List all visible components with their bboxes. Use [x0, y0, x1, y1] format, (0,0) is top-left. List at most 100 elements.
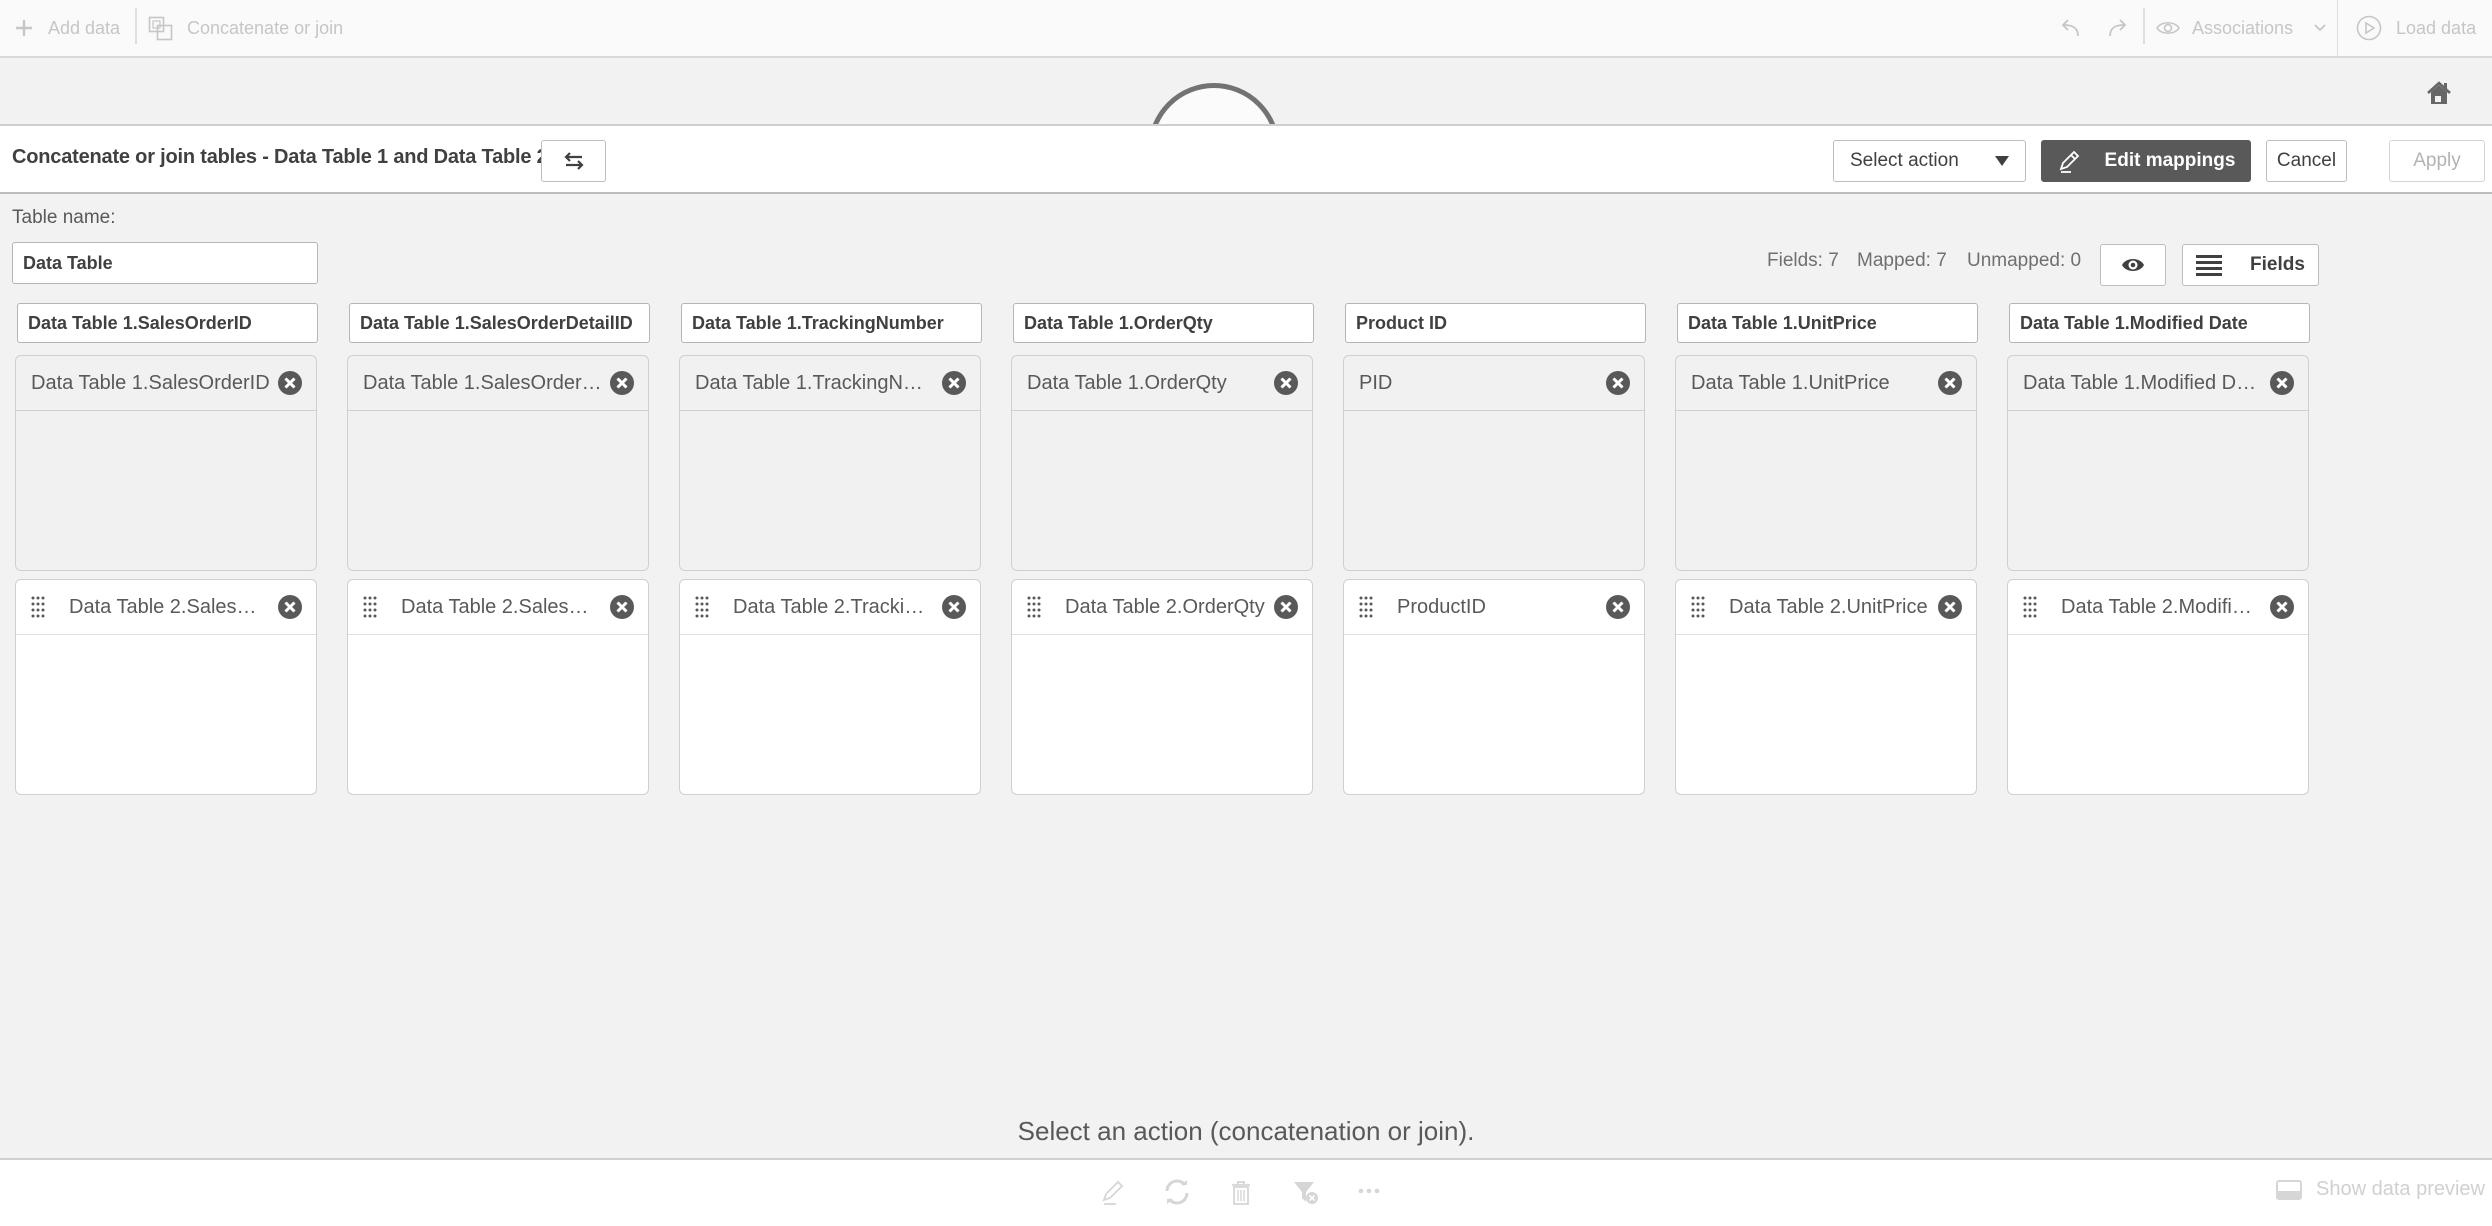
page-title: Concatenate or join tables - Data Table … [12, 146, 548, 168]
remove-field-icon[interactable] [1274, 595, 1298, 619]
table2-field-card[interactable]: ProductID [1343, 579, 1645, 795]
table2-field-card[interactable]: Data Table 2.Modified Date [2007, 579, 2309, 795]
data-model-area [0, 58, 2492, 124]
drag-handle-icon[interactable] [1027, 596, 1041, 618]
drag-handle-icon[interactable] [695, 596, 709, 618]
home-icon[interactable] [2424, 78, 2454, 108]
toolbar-divider [2337, 0, 2338, 56]
load-data-button[interactable]: Load data [2356, 0, 2476, 56]
table1-field-name: Data Table 1.TrackingNumber [695, 371, 934, 394]
undo-button[interactable] [2058, 0, 2082, 56]
output-field-name-input[interactable] [2009, 303, 2310, 343]
table1-field-header: Data Table 1.SalesOrderID [16, 356, 316, 411]
edit-icon[interactable] [1100, 1178, 1128, 1206]
table1-field-card[interactable]: Data Table 1.Modified Date [2007, 355, 2309, 571]
eye-icon [2122, 259, 2144, 271]
associations-label: Associations [2192, 17, 2294, 38]
concatenate-join-label: Concatenate or join [187, 17, 344, 38]
redo-icon [2109, 19, 2127, 37]
swap-tables-button[interactable] [541, 140, 606, 182]
apply-button[interactable]: Apply [2389, 140, 2485, 182]
table1-field-header: Data Table 1.SalesOrderDetailID [348, 356, 648, 411]
output-field-name-input[interactable] [1345, 303, 1646, 343]
toolbar-divider [2143, 8, 2145, 44]
eye-icon [2156, 21, 2180, 35]
table1-field-card[interactable]: Data Table 1.TrackingNumber [679, 355, 981, 571]
remove-field-icon[interactable] [2270, 595, 2294, 619]
table-name-input[interactable] [12, 242, 318, 284]
more-icon[interactable] [1355, 1178, 1383, 1206]
select-action-dropdown[interactable]: Select action [1833, 140, 2026, 182]
output-field-name-input[interactable] [1677, 303, 1978, 343]
remove-field-icon[interactable] [610, 371, 634, 395]
table1-field-header: PID [1344, 356, 1644, 411]
table2-field-header: Data Table 2.TrackingNumber [680, 580, 980, 635]
table2-field-name: ProductID [1397, 595, 1486, 618]
remove-field-icon[interactable] [942, 371, 966, 395]
load-data-label: Load data [2396, 17, 2477, 38]
add-data-button[interactable]: Add data [14, 0, 120, 56]
remove-field-icon[interactable] [610, 595, 634, 619]
table1-field-card[interactable]: Data Table 1.UnitPrice [1675, 355, 1977, 571]
panel-resize-handle[interactable] [1148, 83, 1280, 124]
refresh-icon[interactable] [1163, 1178, 1191, 1206]
table2-field-name: Data Table 2.SalesOrderDetailID [401, 595, 602, 618]
remove-field-icon[interactable] [942, 595, 966, 619]
output-field-name-input[interactable] [681, 303, 982, 343]
mapped-count: Mapped: 7 [1857, 250, 1947, 271]
table2-field-header: Data Table 2.Modified Date [2008, 580, 2308, 635]
preview-toggle-button[interactable] [2100, 244, 2166, 286]
drag-handle-icon[interactable] [31, 596, 45, 618]
output-field-name-input[interactable] [17, 303, 318, 343]
remove-field-icon[interactable] [1274, 371, 1298, 395]
associations-dropdown[interactable]: Associations [2156, 0, 2327, 56]
drag-handle-icon[interactable] [1691, 596, 1705, 618]
table2-field-card[interactable]: Data Table 2.UnitPrice [1675, 579, 1977, 795]
output-field-name-input[interactable] [1013, 303, 1314, 343]
swap-icon [563, 152, 584, 170]
clear-filter-icon[interactable] [1291, 1178, 1319, 1206]
drag-handle-icon[interactable] [363, 596, 377, 618]
play-icon [2356, 15, 2382, 41]
select-action-label: Select action [1850, 150, 1959, 171]
remove-field-icon[interactable] [2270, 371, 2294, 395]
output-field-name-input[interactable] [349, 303, 650, 343]
concat-join-header: Concatenate or join tables - Data Table … [0, 124, 2492, 194]
action-hint: Select an action (concatenation or join)… [1017, 1116, 1475, 1146]
remove-field-icon[interactable] [1606, 371, 1630, 395]
fields-count: Fields: 7 [1767, 250, 1839, 271]
remove-field-icon[interactable] [1606, 595, 1630, 619]
table2-field-card[interactable]: Data Table 2.SalesOrderDetailID [347, 579, 649, 795]
concatenate-join-button[interactable]: Concatenate or join [148, 0, 343, 56]
toolbar-divider [135, 8, 137, 44]
cancel-button[interactable]: Cancel [2266, 140, 2347, 182]
table2-field-card[interactable]: Data Table 2.OrderQty [1011, 579, 1313, 795]
drag-handle-icon[interactable] [2023, 596, 2037, 618]
unmapped-count: Unmapped: 0 [1967, 250, 2082, 271]
table1-field-card[interactable]: Data Table 1.SalesOrderID [15, 355, 317, 571]
fields-label: Fields [2250, 254, 2305, 275]
table1-field-card[interactable]: Data Table 1.SalesOrderDetailID [347, 355, 649, 571]
remove-field-icon[interactable] [1938, 371, 1962, 395]
table1-field-card[interactable]: Data Table 1.OrderQty [1011, 355, 1313, 571]
table1-field-header: Data Table 1.Modified Date [2008, 356, 2308, 411]
table2-field-name: Data Table 2.OrderQty [1065, 595, 1265, 618]
show-data-preview-button[interactable]: Show data preview [2276, 1178, 2485, 1201]
table2-field-card[interactable]: Data Table 2.TrackingNumber [679, 579, 981, 795]
table1-field-name: PID [1359, 371, 1393, 394]
delete-icon[interactable] [1227, 1178, 1255, 1206]
table2-field-header: Data Table 2.SalesOrderDetailID [348, 580, 648, 635]
remove-field-icon[interactable] [278, 371, 302, 395]
table1-field-card[interactable]: PID [1343, 355, 1645, 571]
table2-field-header: Data Table 2.UnitPrice [1676, 580, 1976, 635]
fields-button[interactable]: Fields [2182, 244, 2319, 286]
table2-field-card[interactable]: Data Table 2.SalesOrderID [15, 579, 317, 795]
edit-mappings-button[interactable]: Edit mappings [2041, 140, 2251, 182]
add-data-label: Add data [48, 17, 121, 38]
top-toolbar: Add data Concatenate or join Association… [0, 0, 2492, 58]
drag-handle-icon[interactable] [1359, 596, 1373, 618]
redo-button[interactable] [2106, 0, 2130, 56]
remove-field-icon[interactable] [1938, 595, 1962, 619]
remove-field-icon[interactable] [278, 595, 302, 619]
concatenate-icon [148, 16, 173, 40]
